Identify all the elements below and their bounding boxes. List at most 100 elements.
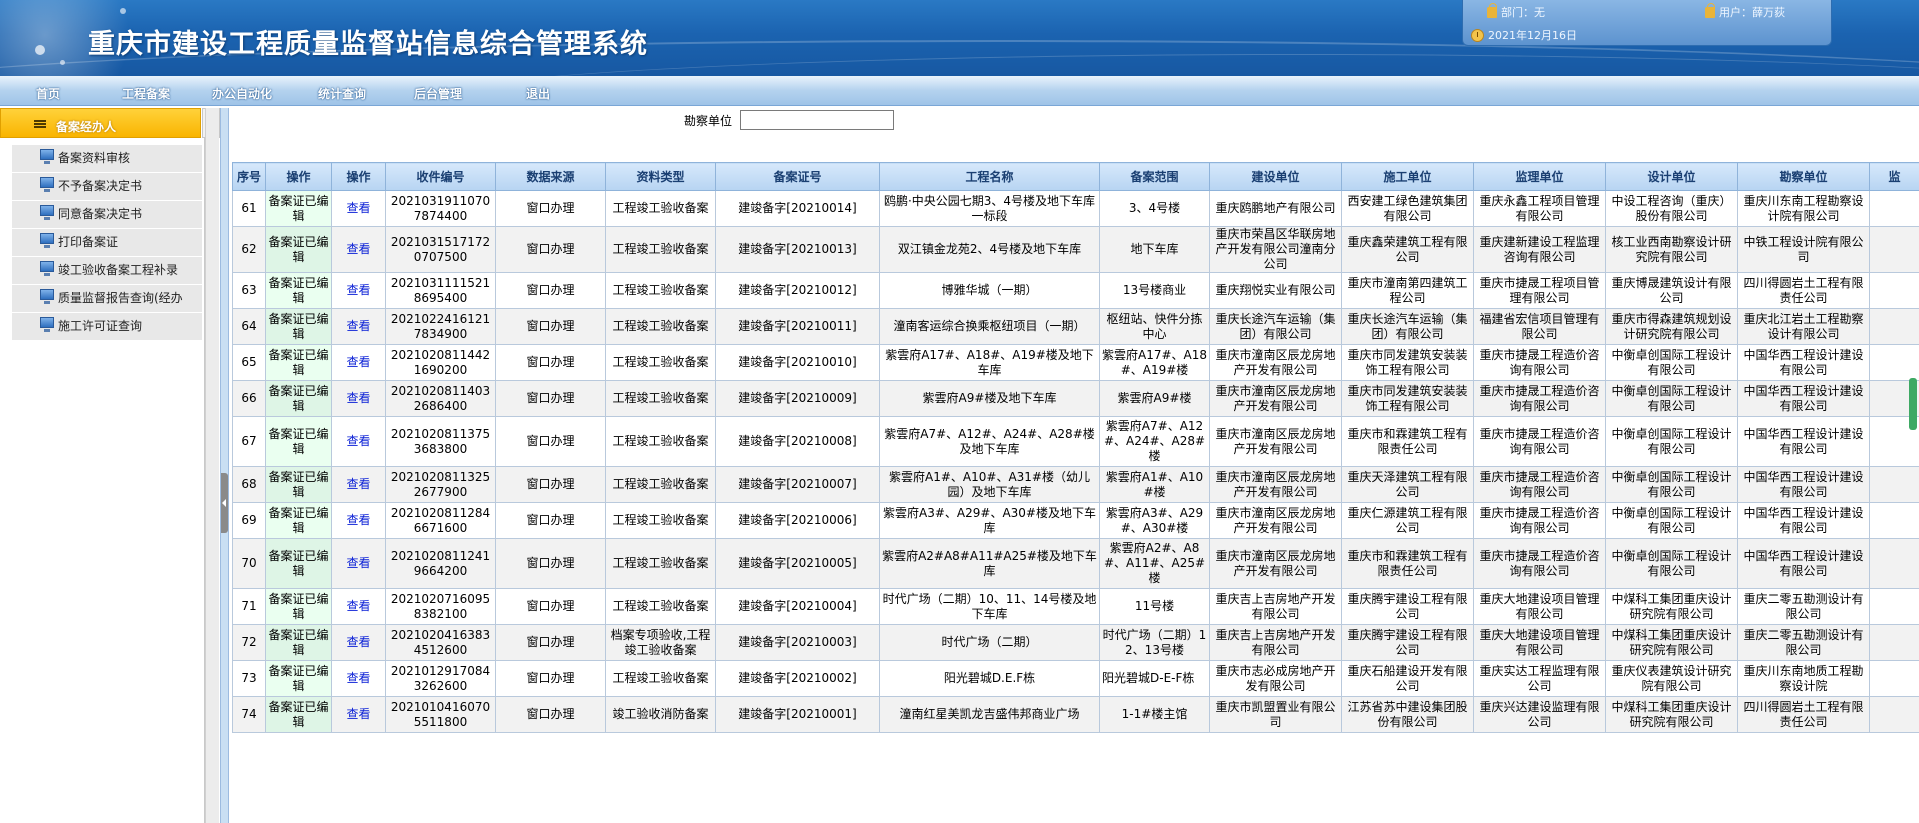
nav-logout[interactable]: 退出 xyxy=(526,85,550,102)
nav-office-automation[interactable]: 办公自动化 xyxy=(212,85,272,102)
table-cell: 窗口办理 xyxy=(495,308,606,345)
search-bar: 勘察单位 xyxy=(230,108,1919,160)
filing-table: 序号 操作 操作 收件编号 数据来源 资料类型 备案证号 工程名称 备案范围 建设单位 施工单位 监理… xyxy=(232,162,1919,733)
view-link[interactable]: 查看 xyxy=(331,466,386,503)
table-cell: 重庆长途汽车运输（集团）有限公司 xyxy=(1341,308,1474,345)
table-cell: 20210208112846671600 xyxy=(385,502,496,539)
sidebar-item-supplement[interactable]: 竣工验收备案工程补录 xyxy=(12,257,202,285)
table-cell: 重庆腾宇建设工程有限公司 xyxy=(1341,624,1474,661)
view-link[interactable]: 查看 xyxy=(331,308,386,345)
view-link[interactable]: 查看 xyxy=(331,538,386,589)
table-cell: 鸥鹏·中央公园七期3、4号楼及地下车库一标段 xyxy=(879,190,1100,227)
table-cell: 重庆市捷晟工程造价咨询有限公司 xyxy=(1473,344,1606,381)
table-cell: 工程竣工验收备案 xyxy=(605,344,716,381)
table-cell: 紫雲府A1#、A10#楼 xyxy=(1099,466,1210,503)
sidebar-scrollbar[interactable] xyxy=(205,108,219,823)
sidebar-item-review[interactable]: 备案资料审核 xyxy=(12,145,202,173)
col-receipt-no: 收件编号 xyxy=(385,162,496,191)
table-cell: 紫雲府A2#、A8#、A11#、A25#楼 xyxy=(1099,538,1210,589)
table-cell: 窗口办理 xyxy=(495,226,606,273)
table-cell: 工程竣工验收备案 xyxy=(605,226,716,273)
table-cell: 20210224161217834900 xyxy=(385,308,496,345)
view-link[interactable]: 查看 xyxy=(331,380,386,417)
table-cell: 建竣备字[20210005] xyxy=(715,538,880,589)
cert-status-cell: 备案证已编辑 xyxy=(265,226,332,273)
sidebar-header-label: 备案经办人 xyxy=(56,120,117,134)
table-cell: 紫雲府A3#、A29#、A30#楼 xyxy=(1099,502,1210,539)
monitor-icon xyxy=(40,317,54,332)
sidebar-item-report-query[interactable]: 质量监督报告查询(经办 xyxy=(12,285,202,313)
pane-splitter[interactable] xyxy=(220,108,229,823)
survey-unit-input[interactable] xyxy=(740,110,894,130)
table-cell: 重庆长途汽车运输（集团）有限公司 xyxy=(1209,308,1342,345)
sidebar-header[interactable]: 备案经办人 xyxy=(0,108,201,138)
table-cell: 20210208113753683800 xyxy=(385,416,496,467)
sidebar-item-permit-query[interactable]: 施工许可证查询 xyxy=(12,313,202,341)
table-cell: 20210129170843262600 xyxy=(385,660,496,697)
table-cell: 四川得圆岩土工程有限责任公司 xyxy=(1737,696,1870,733)
table-cell: 档案专项验收,工程竣工验收备案 xyxy=(605,624,716,661)
table-cell: 20210204163834512600 xyxy=(385,624,496,661)
table-cell: 重庆市潼南区辰龙房地产开发有限公司 xyxy=(1209,502,1342,539)
table-row: 65 备案证已编辑 查看 20210208114421690200 窗口办理 工程竣工验收… xyxy=(232,344,1919,381)
sidebar-item-approve-decision[interactable]: 同意备案决定书 xyxy=(12,201,202,229)
table-cell: 建竣备字[20210007] xyxy=(715,466,880,503)
nav-statistics-query[interactable]: 统计查询 xyxy=(318,85,366,102)
sidebar-item-reject-decision[interactable]: 不予备案决定书 xyxy=(12,173,202,201)
table-cell: 重庆实达工程监理有限公司 xyxy=(1473,660,1606,697)
nav-home[interactable]: 首页 xyxy=(36,85,60,102)
col-action: 操作 xyxy=(265,162,332,191)
view-link[interactable]: 查看 xyxy=(331,502,386,539)
table-cell: 工程竣工验收备案 xyxy=(605,380,716,417)
table-cell: 重庆吉上吉房地产开发有限公司 xyxy=(1209,624,1342,661)
table-cell: 重庆川东南地质工程勘察设计院 xyxy=(1737,660,1870,697)
cert-status-cell: 备案证已编辑 xyxy=(265,308,332,345)
view-link[interactable]: 查看 xyxy=(331,624,386,661)
main-content: 勘察单位 序号 操作 操作 收件编号 数据来源 资料类型 备案证号 工程名称 备案范围 建设单位施… xyxy=(230,108,1919,823)
table-row: 61 备案证已编辑 查看 20210319110707874400 窗口办理 工程竣工验收… xyxy=(232,190,1919,227)
table-cell: 工程竣工验收备案 xyxy=(605,308,716,345)
table-cell: 中衡卓创国际工程设计有限公司 xyxy=(1605,344,1738,381)
table-cell: 72 xyxy=(232,624,266,661)
table-cell: 西安建工绿色建筑集团有限公司 xyxy=(1341,190,1474,227)
table-cell: 窗口办理 xyxy=(495,190,606,227)
nav-project-filing[interactable]: 工程备案 xyxy=(122,85,170,102)
table-cell xyxy=(1869,660,1919,697)
search-label: 勘察单位 xyxy=(684,114,733,128)
table-cell: 紫雲府A9#楼 xyxy=(1099,380,1210,417)
table-cell: 20210104160705511800 xyxy=(385,696,496,733)
table-cell: 中国华西工程设计建设有限公司 xyxy=(1737,538,1870,589)
sidebar-item-label: 打印备案证 xyxy=(58,235,119,249)
view-link[interactable]: 查看 xyxy=(331,190,386,227)
view-link[interactable]: 查看 xyxy=(331,696,386,733)
view-link[interactable]: 查看 xyxy=(331,344,386,381)
nav-admin[interactable]: 后台管理 xyxy=(414,85,462,102)
view-link[interactable]: 查看 xyxy=(331,226,386,273)
monitor-icon xyxy=(40,233,54,248)
table-row: 62 备案证已编辑 查看 20210315171720707500 窗口办理 工程竣工验收… xyxy=(232,226,1919,273)
table-cell: 建竣备字[20210003] xyxy=(715,624,880,661)
view-link[interactable]: 查看 xyxy=(331,272,386,309)
table-cell xyxy=(1869,538,1919,589)
table-row: 73 备案证已编辑 查看 20210129170843262600 窗口办理 工程竣工验收… xyxy=(232,660,1919,697)
sidebar-item-label: 同意备案决定书 xyxy=(58,207,143,221)
table-cell: 重庆市捷晟工程造价咨询有限公司 xyxy=(1473,380,1606,417)
table-cell: 紫雲府A17#、A18#、A19#楼 xyxy=(1099,344,1210,381)
table-cell: 70 xyxy=(232,538,266,589)
table-cell: 20210208114032686400 xyxy=(385,380,496,417)
view-link[interactable]: 查看 xyxy=(331,660,386,697)
table-cell: 重庆兴达建设监理有限公司 xyxy=(1473,696,1606,733)
cert-status-cell: 备案证已编辑 xyxy=(265,502,332,539)
table-cell: 重庆市同发建筑安装装饰工程有限公司 xyxy=(1341,380,1474,417)
page-scrollbar-thumb[interactable] xyxy=(1909,378,1917,430)
table-cell: 重庆市捷晟工程造价咨询有限公司 xyxy=(1473,502,1606,539)
view-link[interactable]: 查看 xyxy=(331,588,386,625)
view-link[interactable]: 查看 xyxy=(331,416,386,467)
main-nav: 首页 工程备案 办公自动化 统计查询 后台管理 退出 xyxy=(0,76,1919,106)
lock-icon xyxy=(1705,2,1715,18)
table-cell: 中衡卓创国际工程设计有限公司 xyxy=(1605,466,1738,503)
sidebar-item-print-certificate[interactable]: 打印备案证 xyxy=(12,229,202,257)
table-cell: 重庆仪表建筑设计研究院有限公司 xyxy=(1605,660,1738,697)
collapse-left-icon[interactable] xyxy=(221,473,228,533)
table-cell: 中铁工程设计院有限公司 xyxy=(1737,226,1870,273)
